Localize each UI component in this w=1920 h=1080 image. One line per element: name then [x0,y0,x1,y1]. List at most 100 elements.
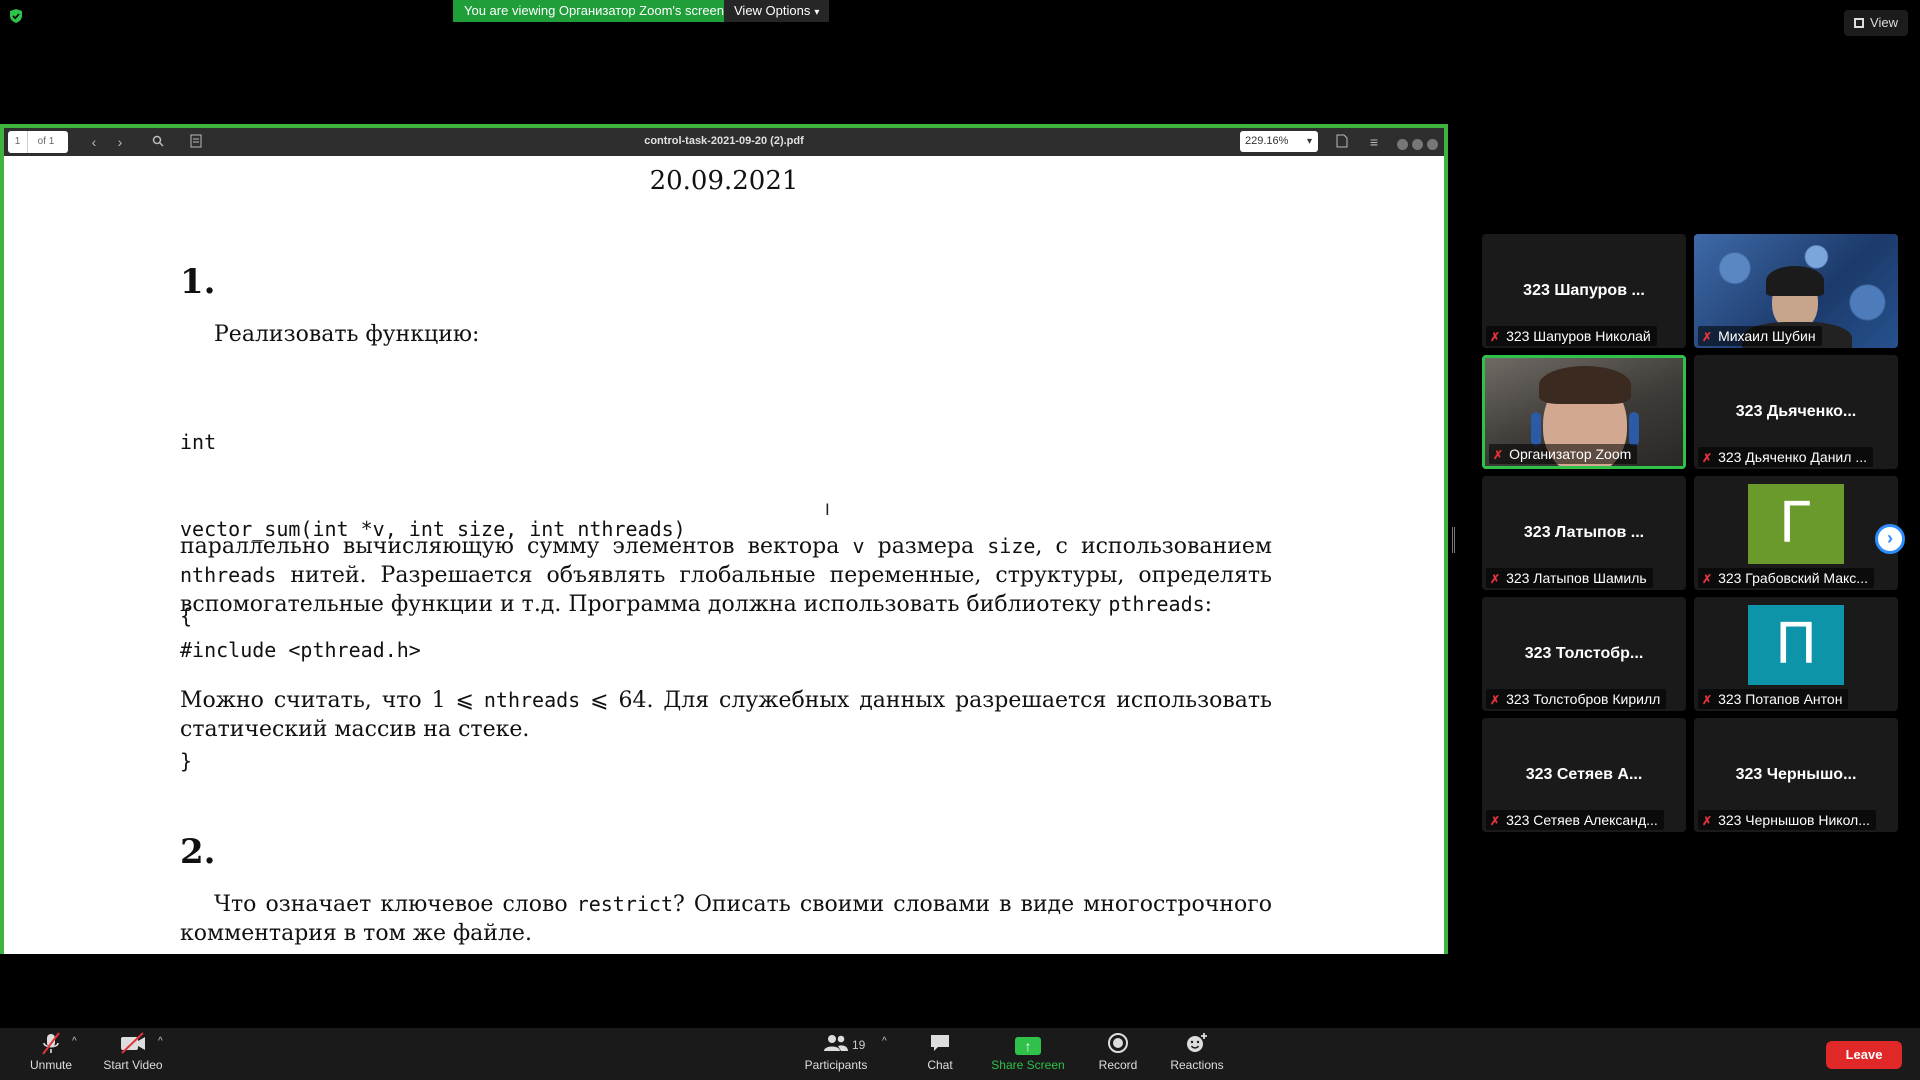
participant-name-display: 323 Чернышо... [1735,766,1857,783]
chat-label: Chat [927,1058,953,1072]
muted-microphone-icon [24,1032,78,1058]
view-options-label: View Options [734,3,811,18]
muted-mic-icon: ✗ [1490,814,1501,828]
participant-tile[interactable]: 323 Латыпов ... ✗ 323 Латыпов Шамиль [1482,476,1686,590]
include-directive: #include <pthread.h> [180,638,421,662]
chevron-up-icon: ^ [882,1036,887,1047]
participant-name: 323 Грабовский Макс... [1718,570,1868,586]
pdf-page: 20.09.2021 1. Реализовать функцию: int v… [4,156,1444,954]
participants-label: Participants [804,1058,868,1072]
window-controls [1393,137,1438,155]
participant-tile[interactable]: 323 Чернышо... ✗ 323 Чернышов Никол... [1694,718,1898,832]
muted-mic-icon: ✗ [1490,572,1501,586]
participant-name: 323 Латыпов Шамиль [1506,570,1647,586]
participant-name: 323 Дьяченко Данил ... [1718,449,1867,465]
participant-label: ✗ 323 Чернышов Никол... [1698,810,1876,830]
pdf-viewer-toolbar: 1 of 1 ‹ › control-task-2021-09-20 (2).pd… [4,128,1444,156]
minimize-icon[interactable] [1397,139,1408,150]
participants-button[interactable]: Participants 19 [798,1032,874,1072]
muted-mic-icon: ✗ [1490,330,1501,344]
chat-button[interactable]: Chat [922,1032,958,1072]
chevron-down-icon: ▾ [1306,136,1312,147]
letter-avatar: Г [1748,484,1844,564]
hamburger-menu-icon[interactable]: ≡ [1366,134,1382,150]
text-run: Что означает ключевое слово [214,892,577,917]
code-line: } [180,749,193,773]
code-token: restrict [576,892,674,916]
muted-mic-icon: ✗ [1702,330,1713,344]
text-run: размера [864,534,988,559]
participant-hair [1766,266,1824,296]
chevron-up-icon: ^ [72,1036,77,1047]
close-icon[interactable] [1427,139,1438,150]
pdf-filename: control-task-2021-09-20 (2).pdf [644,135,804,147]
participant-label: ✗ 323 Толстобров Кирилл [1486,689,1667,709]
view-options-button[interactable]: View Options ▾ [724,0,830,22]
text-cursor-icon: I [825,500,830,519]
participant-name-display: 323 Дьяченко... [1735,403,1857,420]
document-date: 20.09.2021 [649,166,799,196]
smiley-plus-icon [1166,1032,1228,1058]
record-label: Record [1098,1058,1138,1072]
participant-tile[interactable]: 323 Толстобр... ✗ 323 Толстобров Кирилл [1482,597,1686,711]
zoom-select[interactable]: 229.16% ▾ [1240,131,1318,152]
view-layout-button[interactable]: View [1844,10,1908,36]
participant-label: ✗ 323 Латыпов Шамиль [1486,568,1653,588]
participant-tile[interactable]: 323 Дьяченко... ✗ 323 Дьяченко Данил ... [1694,355,1898,469]
panel-splitter-handle[interactable] [1452,527,1455,553]
participant-tile-active-speaker[interactable]: ✗ Организатор Zoom [1482,355,1686,469]
unmute-button[interactable]: Unmute [24,1032,78,1072]
participant-tile[interactable]: Г ✗ 323 Грабовский Макс... [1694,476,1898,590]
participant-name: Михаил Шубин [1718,328,1816,344]
top-bar: You are viewing Организатор Zoom's scree… [0,0,1920,36]
text-run: : [1204,592,1213,617]
participant-tile[interactable]: 323 Шапуров ... ✗ 323 Шапуров Николай [1482,234,1686,348]
participant-tile[interactable]: П ✗ 323 Потапов Антон [1694,597,1898,711]
chat-bubble-icon [922,1032,958,1058]
muted-mic-icon: ✗ [1493,448,1504,462]
meeting-controls-bar: Unmute ^ Start Video ^ Participants 19 ^… [0,1028,1920,1080]
section-1-number: 1. [180,262,216,302]
participant-label: ✗ 323 Дьяченко Данил ... [1698,447,1873,467]
maximize-icon[interactable] [1412,139,1423,150]
document-properties-icon[interactable] [1334,134,1350,150]
shared-screen[interactable]: 1 of 1 ‹ › control-task-2021-09-20 (2).pd… [0,124,1448,954]
participant-tile[interactable]: 323 Сетяев А... ✗ 323 Сетяев Александ... [1482,718,1686,832]
muted-mic-icon: ✗ [1702,814,1713,828]
record-button[interactable]: Record [1092,1032,1144,1072]
participant-name: 323 Чернышов Никол... [1718,812,1870,828]
unmute-label: Unmute [29,1058,73,1072]
muted-mic-icon: ✗ [1702,693,1713,707]
section-2-number: 2. [180,832,216,872]
participant-name-display: 323 Сетяев А... [1525,766,1643,783]
code-token: size [987,534,1036,558]
participant-name: 323 Потапов Антон [1718,691,1843,707]
section-1-paragraph-2: Можно считать, что 1 ⩽ nthreads ⩽ 64. Дл… [180,686,1272,744]
participant-label: ✗ 323 Потапов Антон [1698,689,1849,709]
reactions-button[interactable]: Reactions [1166,1032,1228,1072]
participant-label: ✗ Организатор Zoom [1489,444,1638,464]
muted-mic-icon: ✗ [1702,572,1713,586]
encryption-shield-icon[interactable] [8,8,24,24]
reactions-label: Reactions [1170,1058,1224,1072]
leave-button[interactable]: Leave [1826,1041,1902,1069]
code-line: int [180,430,217,454]
share-screen-icon: ↑ [1015,1037,1041,1055]
participant-hair [1539,366,1631,404]
participant-label: ✗ Михаил Шубин [1698,326,1822,346]
muted-mic-icon: ✗ [1490,693,1501,707]
code-token: nthreads [180,563,277,587]
text-run: Можно считать, что 1 ⩽ [180,688,484,713]
participant-name: 323 Сетяев Александ... [1506,812,1658,828]
share-screen-label: Share Screen [991,1058,1065,1072]
code-token: v [852,534,865,558]
view-label: View [1870,15,1898,30]
letter-avatar: П [1748,605,1844,685]
record-icon [1092,1032,1144,1058]
participant-name-display: 323 Шапуров ... [1523,282,1645,299]
zoom-value: 229.16% [1245,135,1289,147]
participant-tile-video[interactable]: ✗ Михаил Шубин [1694,234,1898,348]
next-page-arrow-icon[interactable]: › [1875,524,1905,554]
participant-gallery: 323 Шапуров ... ✗ 323 Шапуров Николай ✗ Ми… [1482,234,1898,834]
share-screen-button[interactable]: ↑ Share Screen [986,1032,1070,1072]
